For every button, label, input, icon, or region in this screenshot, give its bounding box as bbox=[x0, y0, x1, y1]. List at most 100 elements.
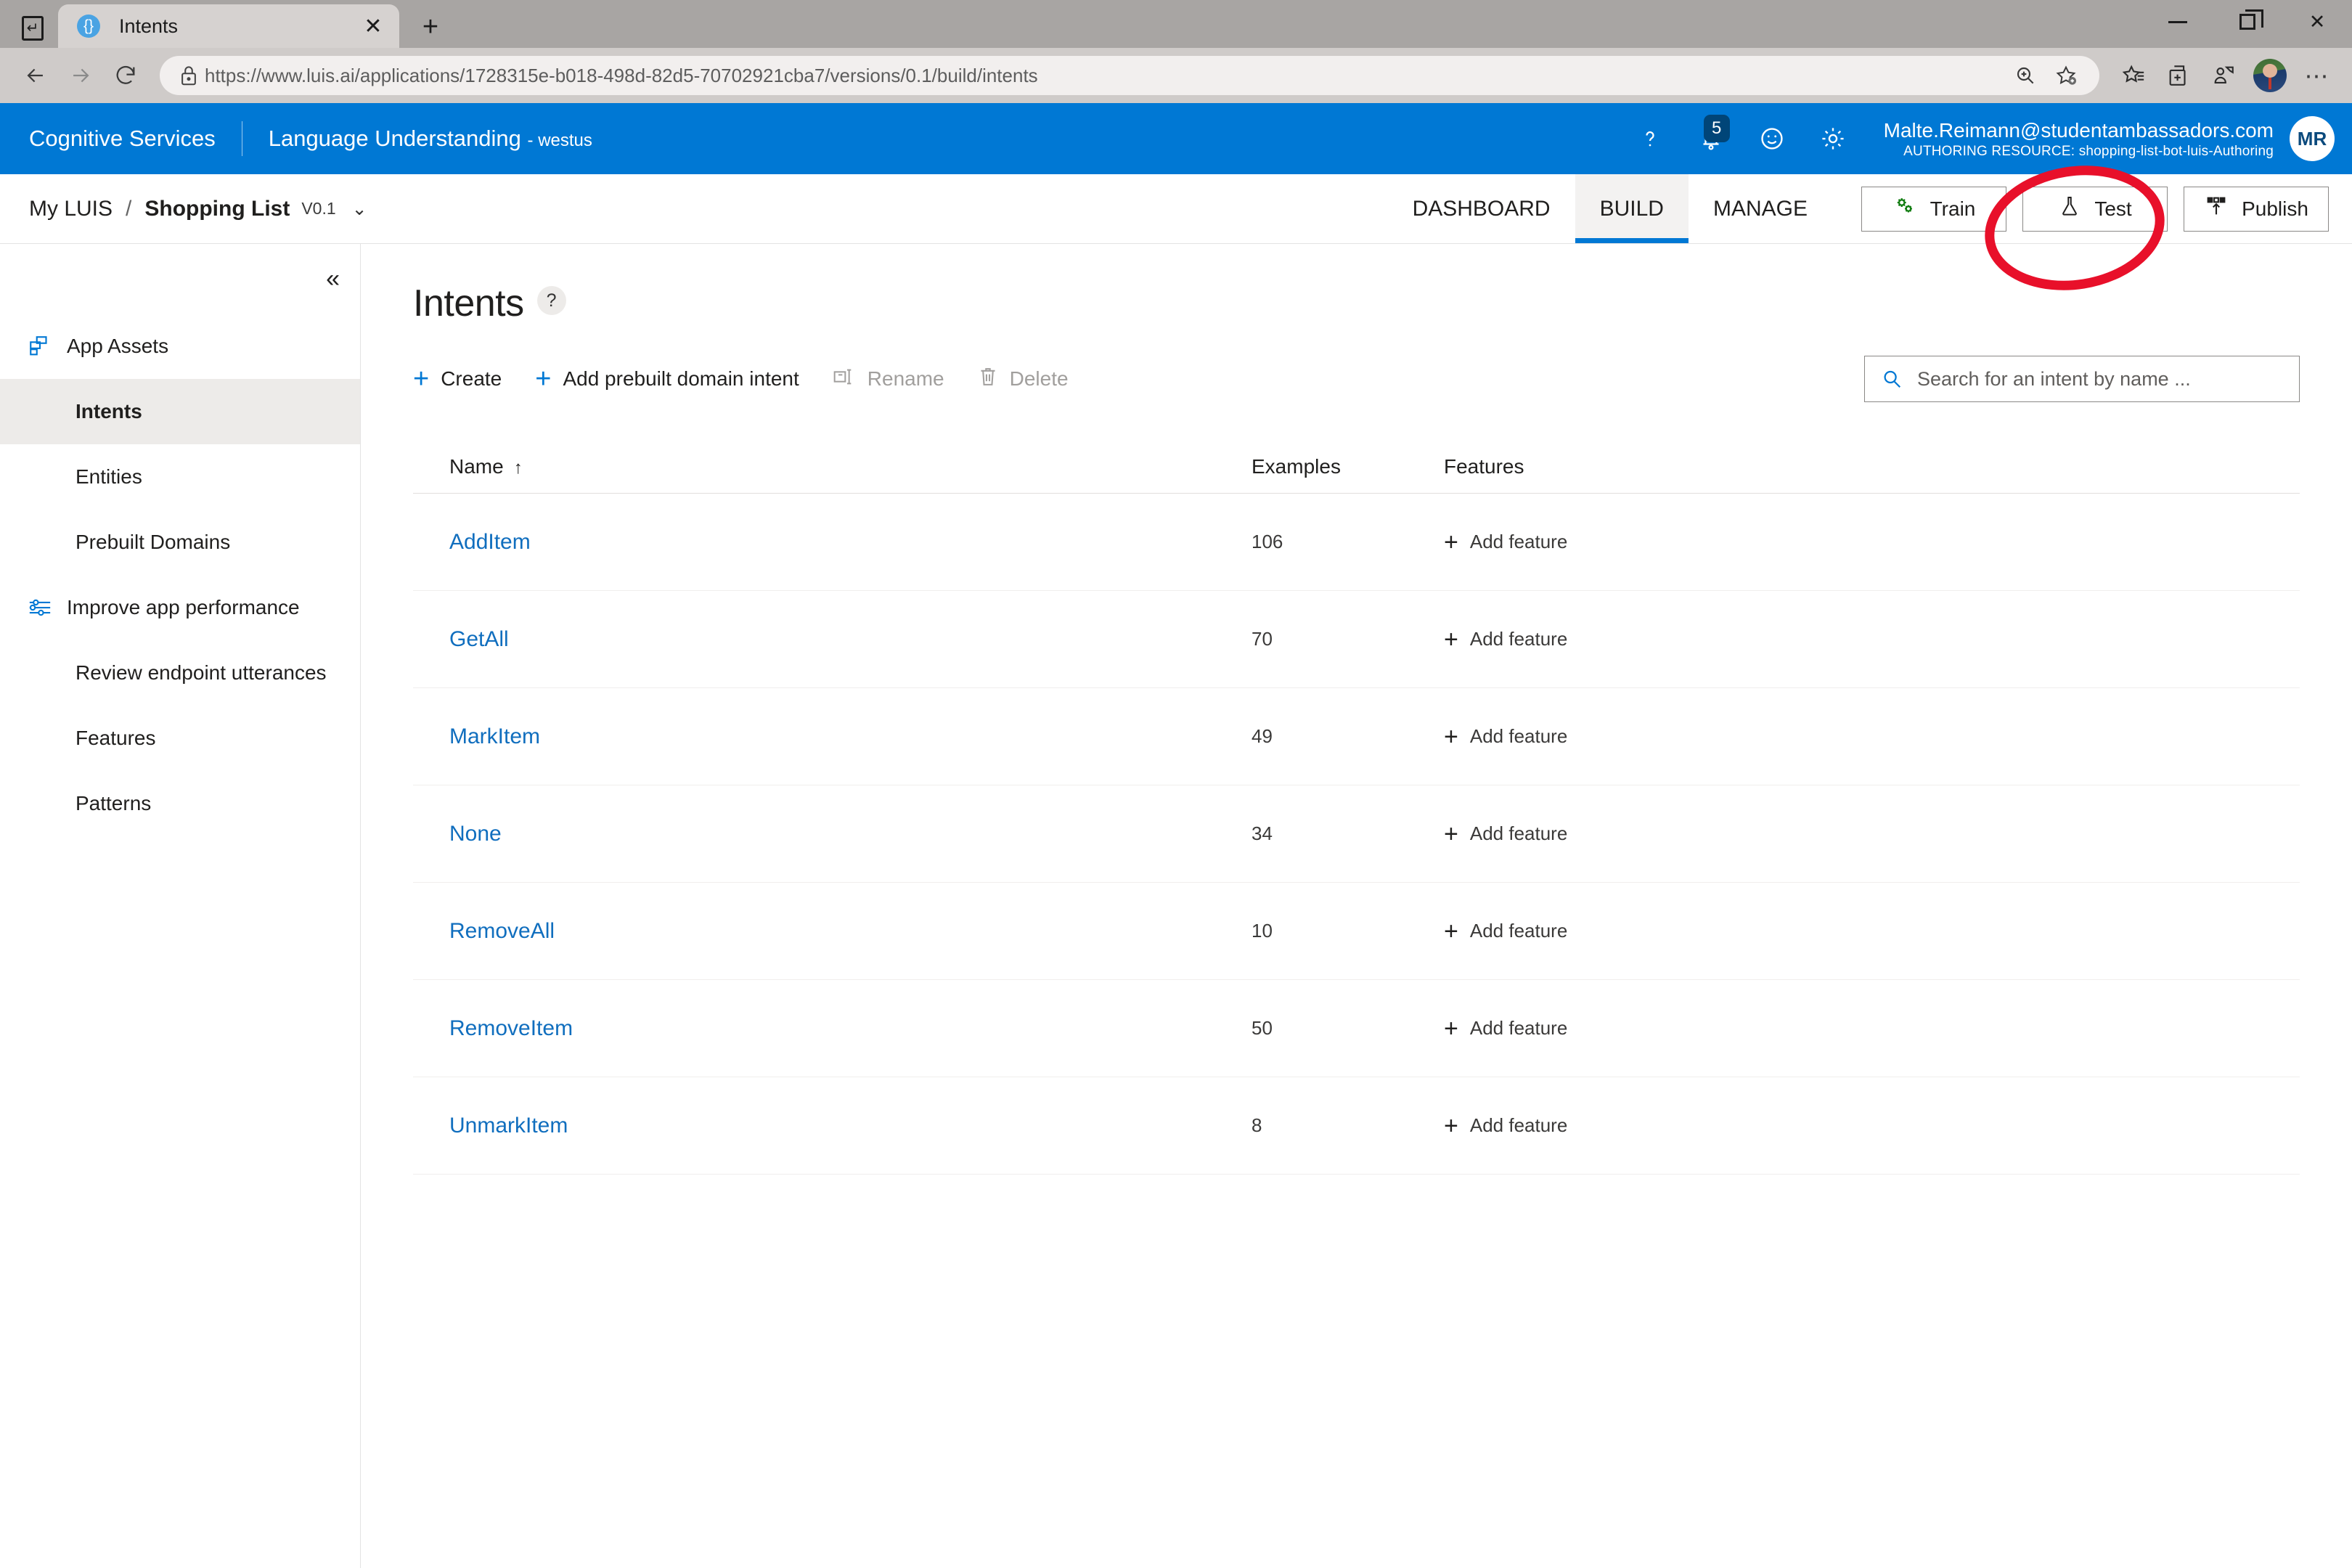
body: « App Assets Intents Entities Prebuilt D… bbox=[0, 244, 2352, 1568]
add-feature-button[interactable]: + Add feature bbox=[1444, 627, 2300, 652]
table-row[interactable]: UnmarkItem 8 + Add feature bbox=[413, 1077, 2300, 1175]
examples-count: 10 bbox=[1251, 920, 1273, 942]
intent-link[interactable]: RemoveAll bbox=[449, 919, 555, 943]
table-row[interactable]: AddItem 106 + Add feature bbox=[413, 494, 2300, 591]
search-box[interactable] bbox=[1864, 356, 2300, 402]
restore-icon[interactable] bbox=[2213, 0, 2282, 44]
browser-navbar: https://www.luis.ai/applications/1728315… bbox=[0, 48, 2352, 103]
test-button[interactable]: Test bbox=[2022, 186, 2168, 232]
action-buttons: Train Test Publish bbox=[1861, 174, 2329, 243]
help-icon[interactable]: ? bbox=[536, 286, 566, 315]
favorites-icon[interactable] bbox=[2111, 53, 2156, 98]
avatar[interactable]: MR bbox=[2290, 116, 2335, 161]
sidebar-group-label: Improve app performance bbox=[67, 596, 300, 618]
app-nav: My LUIS / Shopping List V0.1 ⌄ DASHBOARD… bbox=[0, 166, 2352, 290]
product-title[interactable]: Language Understanding - westus bbox=[269, 126, 592, 152]
add-feature-button[interactable]: + Add feature bbox=[1444, 1016, 2300, 1041]
arrow-left-icon[interactable] bbox=[13, 53, 58, 98]
chevron-down-icon[interactable]: ⌄ bbox=[352, 198, 367, 220]
user-email: Malte.Reimann@studentambassadors.com bbox=[1883, 118, 2274, 142]
create-label: Create bbox=[441, 367, 502, 390]
add-feature-button[interactable]: + Add feature bbox=[1444, 822, 2300, 846]
publish-button[interactable]: Publish bbox=[2184, 186, 2329, 232]
sidebar-item-patterns[interactable]: Patterns bbox=[0, 771, 360, 836]
plus-icon: + bbox=[1444, 820, 1458, 848]
close-icon[interactable]: ✕ bbox=[359, 12, 388, 41]
lock-icon bbox=[173, 65, 205, 86]
page-title-row: Intents ? bbox=[413, 282, 2300, 325]
arrow-up-icon: ↑ bbox=[513, 457, 523, 478]
authoring-resource-name: shopping-list-bot-luis-Authoring bbox=[2078, 143, 2274, 159]
zoom-icon[interactable] bbox=[2005, 55, 2046, 96]
braces-icon: {} bbox=[77, 15, 100, 38]
sidebar-group-app-assets: App Assets bbox=[0, 314, 360, 379]
intent-link[interactable]: UnmarkItem bbox=[449, 1114, 568, 1138]
collections-icon[interactable] bbox=[2156, 53, 2201, 98]
browser-tab[interactable]: {} Intents ✕ bbox=[58, 4, 399, 48]
column-header-examples[interactable]: Examples bbox=[1251, 455, 1444, 478]
smiley-icon[interactable] bbox=[1741, 113, 1802, 164]
add-prebuilt-domain-intent-button[interactable]: + Add prebuilt domain intent bbox=[535, 365, 799, 393]
bell-icon[interactable]: 5 bbox=[1681, 113, 1741, 164]
sidebar-item-review-endpoint-utterances[interactable]: Review endpoint utterances bbox=[0, 640, 360, 706]
reload-icon[interactable] bbox=[103, 53, 148, 98]
add-feature-label: Add feature bbox=[1469, 1114, 1568, 1136]
plus-icon: + bbox=[1444, 1014, 1458, 1042]
app-version: V0.1 bbox=[301, 199, 336, 218]
add-favorite-icon[interactable] bbox=[2046, 55, 2086, 96]
rename-button: Rename bbox=[833, 367, 944, 391]
sidebar-item-intents[interactable]: Intents bbox=[0, 379, 360, 444]
column-header-name[interactable]: Name ↑ bbox=[413, 455, 1251, 478]
add-feature-button[interactable]: + Add feature bbox=[1444, 919, 2300, 944]
tab-dashboard[interactable]: DASHBOARD bbox=[1388, 174, 1575, 243]
intent-link[interactable]: None bbox=[449, 822, 502, 846]
minimize-icon[interactable] bbox=[2143, 0, 2213, 44]
close-icon[interactable]: ✕ bbox=[2282, 0, 2352, 44]
breadcrumb-my-luis[interactable]: My LUIS bbox=[29, 197, 113, 221]
address-bar[interactable]: https://www.luis.ai/applications/1728315… bbox=[160, 56, 2099, 95]
delete-label: Delete bbox=[1009, 367, 1069, 390]
url-text: https://www.luis.ai/applications/1728315… bbox=[205, 64, 1038, 86]
profile-avatar[interactable] bbox=[2253, 59, 2287, 92]
share-icon[interactable] bbox=[2201, 53, 2246, 98]
table-row[interactable]: RemoveAll 10 + Add feature bbox=[413, 883, 2300, 980]
column-header-features[interactable]: Features bbox=[1444, 455, 2300, 478]
sidebar-item-entities[interactable]: Entities bbox=[0, 444, 360, 510]
table-row[interactable]: GetAll 70 + Add feature bbox=[413, 591, 2300, 688]
luis-header: Cognitive Services Language Understandin… bbox=[0, 103, 2352, 174]
add-feature-button[interactable]: + Add feature bbox=[1444, 724, 2300, 749]
create-button[interactable]: + Create bbox=[413, 365, 502, 393]
window-controls: ✕ bbox=[2143, 0, 2352, 44]
gears-icon bbox=[1892, 194, 1917, 224]
intent-link[interactable]: GetAll bbox=[449, 627, 509, 651]
table-row[interactable]: MarkItem 49 + Add feature bbox=[413, 688, 2300, 785]
intent-link[interactable]: RemoveItem bbox=[449, 1016, 573, 1040]
chevron-double-left-icon[interactable]: « bbox=[326, 266, 340, 291]
sidebar-item-features[interactable]: Features bbox=[0, 706, 360, 771]
add-feature-button[interactable]: + Add feature bbox=[1444, 1114, 2300, 1138]
cognitive-services-brand[interactable]: Cognitive Services bbox=[29, 126, 216, 152]
question-icon[interactable] bbox=[1620, 113, 1681, 164]
plus-icon[interactable]: + bbox=[408, 6, 453, 48]
more-icon[interactable]: ⋯ bbox=[2294, 53, 2339, 98]
page-title: Intents bbox=[413, 282, 524, 324]
arrow-right-icon[interactable] bbox=[58, 53, 103, 98]
sidebar-item-prebuilt-domains[interactable]: Prebuilt Domains bbox=[0, 510, 360, 575]
plus-icon: + bbox=[535, 364, 552, 394]
examples-count: 49 bbox=[1251, 725, 1273, 747]
search-input[interactable] bbox=[1917, 367, 2283, 391]
publish-icon bbox=[2204, 194, 2229, 224]
product-region: - westus bbox=[527, 131, 592, 150]
intent-link[interactable]: MarkItem bbox=[449, 724, 540, 748]
tab-manage[interactable]: MANAGE bbox=[1689, 174, 1832, 243]
train-button[interactable]: Train bbox=[1861, 186, 2006, 232]
gear-icon[interactable] bbox=[1802, 113, 1863, 164]
table-row[interactable]: None 34 + Add feature bbox=[413, 785, 2300, 883]
add-feature-button[interactable]: + Add feature bbox=[1444, 530, 2300, 555]
table-row[interactable]: RemoveItem 50 + Add feature bbox=[413, 980, 2300, 1077]
user-info[interactable]: Malte.Reimann@studentambassadors.com AUT… bbox=[1884, 118, 2274, 160]
intent-link[interactable]: AddItem bbox=[449, 530, 531, 554]
breadcrumb-app-name[interactable]: Shopping List bbox=[144, 197, 290, 221]
tab-manager-icon[interactable]: ↵ bbox=[10, 9, 55, 48]
tab-build[interactable]: BUILD bbox=[1575, 174, 1689, 243]
